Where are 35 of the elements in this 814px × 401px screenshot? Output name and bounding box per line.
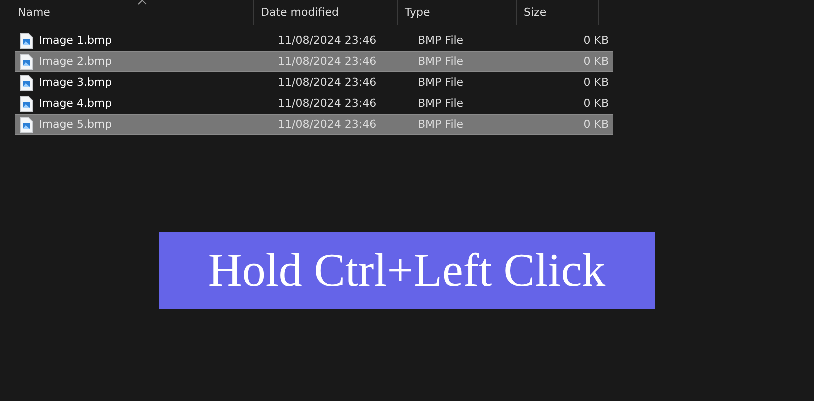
column-header[interactable]: Size (517, 0, 599, 25)
column-header[interactable]: Date modified (254, 0, 398, 25)
date-cell-text: 11/08/2024 23:46 (277, 97, 378, 110)
size-cell-text: 0 KB (582, 76, 610, 89)
type-cell-text: BMP File (417, 97, 465, 110)
type-cell-text: BMP File (417, 76, 465, 89)
file-name: Image 2.bmp (39, 55, 112, 68)
date-cell-text: 11/08/2024 23:46 (277, 55, 378, 68)
type-cell-text: BMP File (417, 55, 465, 68)
image-file-icon (20, 96, 33, 112)
file-name: Image 4.bmp (39, 97, 112, 110)
file-row[interactable]: Image 3.bmp 11/08/2024 23:46 BMP File 0 KB (15, 72, 613, 93)
image-file-icon (20, 116, 33, 132)
column-header[interactable]: Type (398, 0, 517, 25)
file-row[interactable]: Image 4.bmp 11/08/2024 23:46 BMP File 0 KB (15, 93, 613, 114)
file-row[interactable]: Image 1.bmp 11/08/2024 23:46 BMP File 0 KB (15, 30, 613, 51)
image-file-icon (20, 74, 33, 90)
type-cell-text: BMP File (417, 118, 465, 131)
file-row[interactable]: Image 2.bmp 11/08/2024 23:46 BMP File 0 KB (15, 51, 613, 72)
caption-banner: Hold Ctrl+Left Click (159, 232, 655, 309)
column-header[interactable]: Name (0, 0, 254, 25)
image-file-icon (20, 54, 33, 70)
image-file-icon (20, 32, 33, 48)
date-cell-text: 11/08/2024 23:46 (277, 76, 378, 89)
size-cell-text: 0 KB (582, 55, 610, 68)
date-cell-text: 11/08/2024 23:46 (277, 118, 378, 131)
file-name: Image 3.bmp (39, 76, 112, 89)
file-row[interactable]: Image 5.bmp 11/08/2024 23:46 BMP File 0 KB (15, 114, 613, 135)
size-cell-text: 0 KB (582, 97, 610, 110)
date-cell-text: 11/08/2024 23:46 (277, 34, 378, 47)
size-cell-text: 0 KB (582, 34, 610, 47)
file-name: Image 1.bmp (39, 34, 112, 47)
file-name: Image 5.bmp (39, 118, 112, 131)
size-cell-text: 0 KB (582, 118, 610, 131)
type-cell-text: BMP File (417, 34, 465, 47)
